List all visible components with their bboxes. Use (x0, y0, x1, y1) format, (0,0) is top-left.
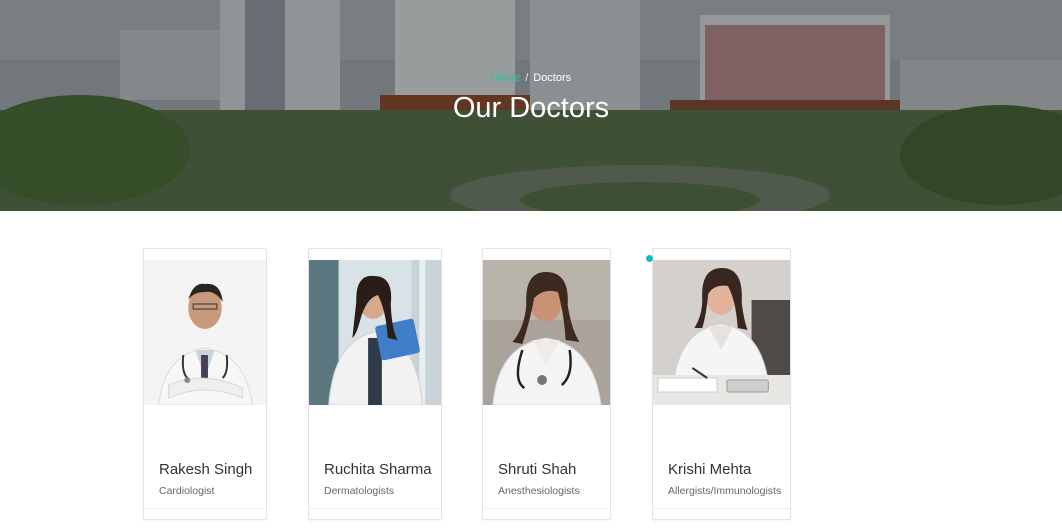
doctor-name[interactable]: Rakesh Singh (159, 461, 252, 478)
card-divider (483, 508, 610, 509)
breadcrumb-home-link[interactable]: Home (491, 72, 520, 84)
breadcrumb: Home / Doctors (0, 72, 1062, 84)
doctor-photo (309, 260, 441, 405)
doctor-card[interactable]: Krishi Mehta Allergists/Immunologists (652, 248, 791, 520)
doctor-name[interactable]: Shruti Shah (498, 461, 576, 478)
doctor-photo (483, 260, 610, 405)
card-divider (309, 508, 441, 509)
card-divider (144, 508, 266, 509)
breadcrumb-current: Doctors (533, 72, 572, 84)
doctor-name[interactable]: Ruchita Sharma (324, 461, 432, 478)
doctor-photo (653, 260, 790, 405)
doctor-name[interactable]: Krishi Mehta (668, 461, 751, 478)
mouse-cursor-indicator (646, 255, 653, 262)
page-title: Our Doctors (452, 92, 610, 124)
doctor-specialty: Anesthesiologists (498, 485, 580, 497)
doctor-specialty: Allergists/Immunologists (668, 485, 782, 497)
doctor-card[interactable]: Shruti Shah Anesthesiologists (482, 248, 611, 520)
doctor-specialty: Dermatologists (324, 485, 395, 497)
page-hero-banner: Home / Doctors Our Doctors (0, 0, 1062, 211)
breadcrumb-separator: / (525, 72, 529, 84)
doctor-photo (144, 260, 266, 405)
card-divider (653, 508, 790, 509)
doctor-specialty: Cardiologist (159, 485, 215, 497)
doctor-card[interactable]: Rakesh Singh Cardiologist (143, 248, 267, 520)
doctor-card[interactable]: Ruchita Sharma Dermatologists (308, 248, 442, 520)
